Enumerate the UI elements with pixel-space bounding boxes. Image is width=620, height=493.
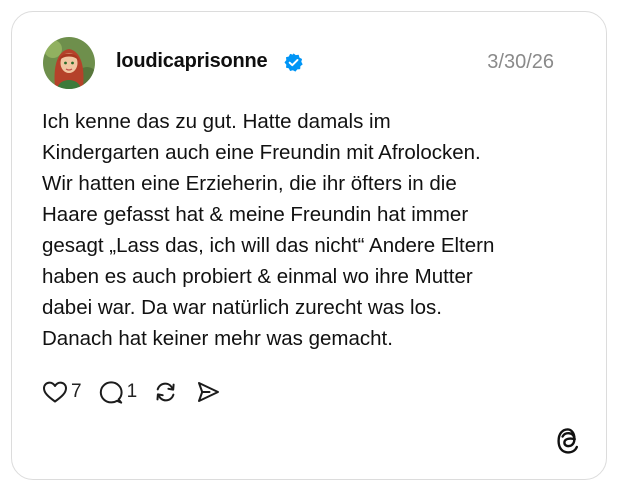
heart-icon xyxy=(43,381,67,403)
threads-logo-icon[interactable] xyxy=(555,427,581,455)
post-text: Ich kenne das zu gut. Hatte damals im Ki… xyxy=(42,110,495,350)
post-card: loudicaprisonne 3/30/26 Ich kenne das zu… xyxy=(11,11,607,480)
repost-icon xyxy=(156,382,175,402)
reply-button[interactable]: 1 xyxy=(98,380,138,405)
repost-button[interactable] xyxy=(153,380,179,404)
share-button[interactable] xyxy=(195,380,221,404)
send-icon xyxy=(198,382,220,402)
action-bar: 7 1 xyxy=(42,378,237,406)
reply-count: 1 xyxy=(126,381,138,402)
like-count: 7 xyxy=(71,381,82,402)
username[interactable]: loudicaprisonne xyxy=(116,50,268,73)
verified-badge-icon xyxy=(284,53,303,72)
avatar[interactable] xyxy=(43,37,95,89)
post-date: 3/30/26 xyxy=(487,51,554,73)
speech-bubble-icon xyxy=(99,380,123,404)
like-button[interactable]: 7 xyxy=(42,380,82,404)
